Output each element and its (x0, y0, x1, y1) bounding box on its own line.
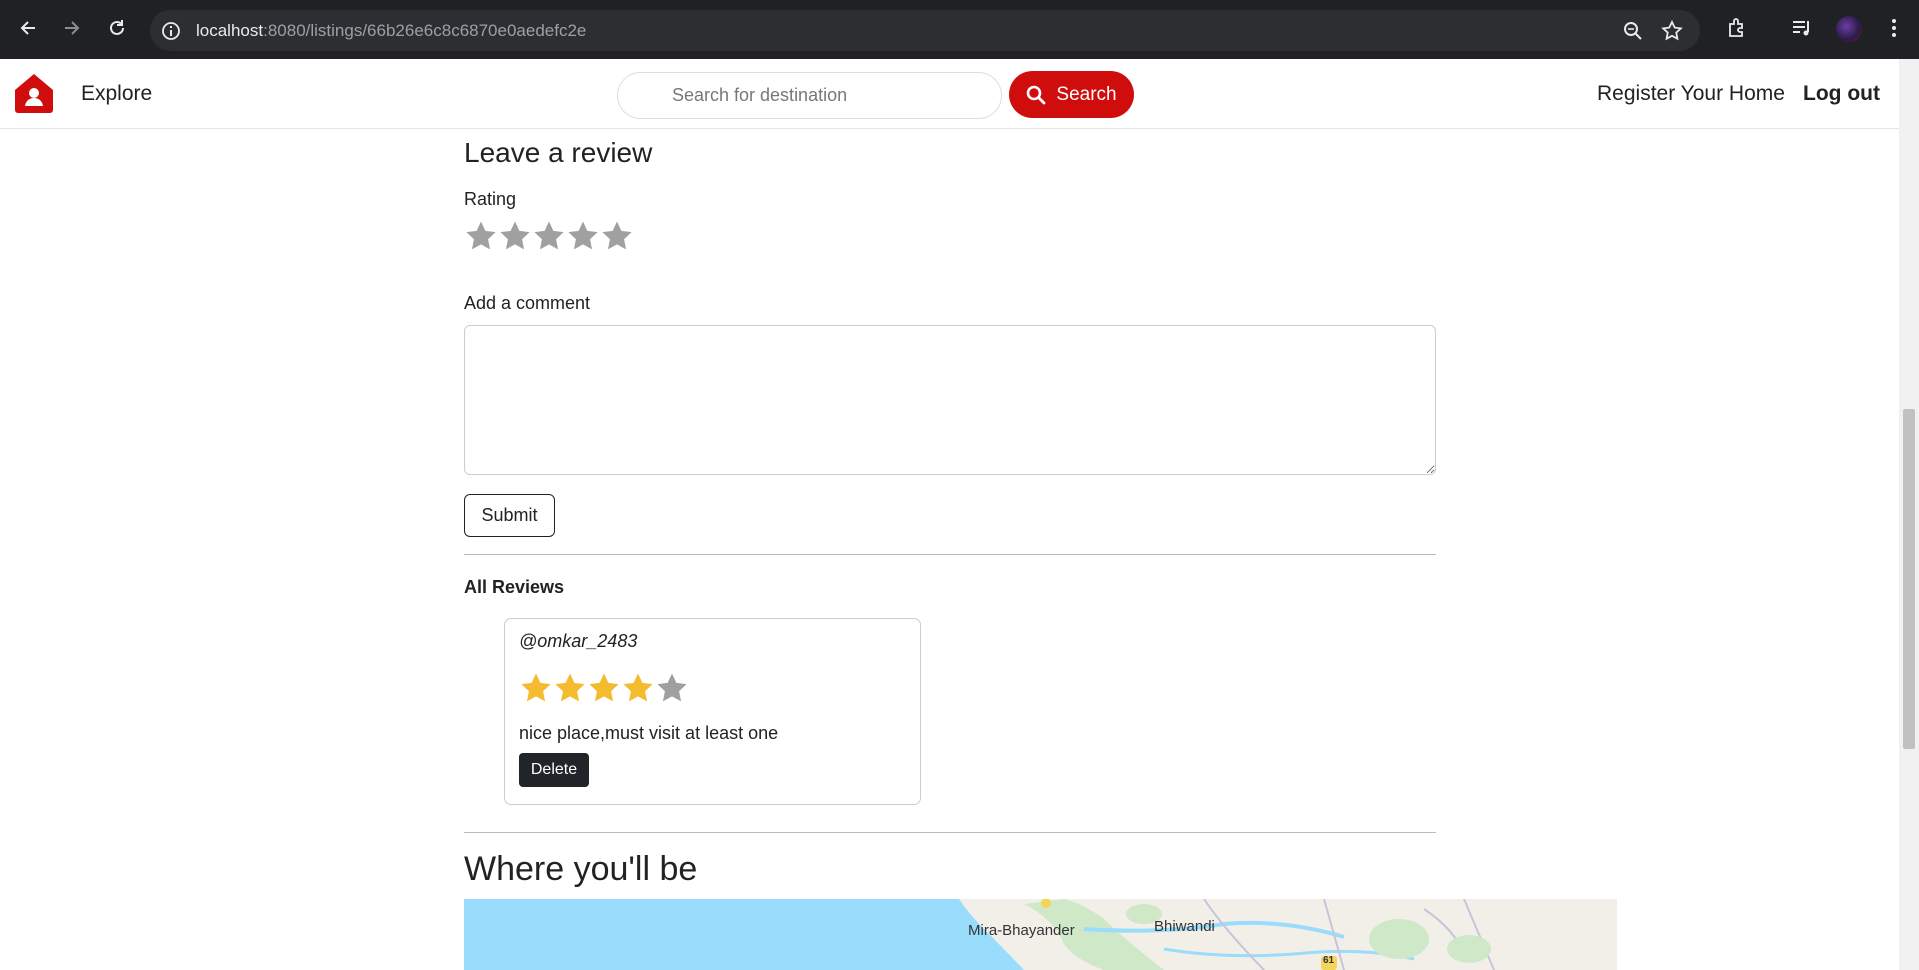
url-host: localhost (196, 21, 264, 40)
nav-explore-link[interactable]: Explore (81, 82, 152, 106)
rating-input-star-1-icon[interactable] (464, 219, 498, 253)
house-logo-icon[interactable] (12, 71, 56, 115)
search-button[interactable]: Search (1009, 71, 1134, 118)
comment-label: Add a comment (464, 293, 591, 313)
review-card: @omkar_2483 nice place,must visit at lea… (504, 618, 921, 805)
location-map[interactable]: Mira-Bhayander Bhiwandi 61 (464, 899, 1617, 970)
review-star-2-icon (555, 673, 585, 702)
map-label-mira-bhayander: Mira-Bhayander (968, 922, 1075, 939)
review-author: @omkar_2483 (519, 631, 638, 651)
back-button[interactable] (12, 12, 44, 44)
nav-register-home-link[interactable]: Register Your Home (1597, 82, 1785, 106)
address-bar[interactable]: localhost:8080/listings/66b26e6c8c6870e0… (150, 10, 1700, 51)
zoom-icon[interactable] (1622, 20, 1644, 42)
submit-button[interactable]: Submit (464, 494, 555, 537)
review-star-1-icon (521, 673, 551, 702)
review-comment: nice place,must visit at least one (519, 723, 779, 743)
leave-review-heading: Leave a review (464, 137, 653, 168)
review-star-3-icon (589, 673, 619, 702)
divider (464, 554, 1436, 555)
comment-textarea[interactable] (464, 325, 1436, 475)
review-star-5-icon (657, 673, 687, 702)
profile-avatar[interactable] (1836, 16, 1862, 42)
divider (464, 832, 1436, 833)
where-youll-be-heading: Where you'll be (464, 850, 698, 888)
map-label-bhiwandi: Bhiwandi (1154, 918, 1215, 935)
page-scrollbar[interactable] (1899, 59, 1919, 970)
browser-toolbar: localhost:8080/listings/66b26e6c8c6870e0… (0, 0, 1919, 59)
rating-input-star-2-icon[interactable] (498, 219, 532, 253)
reload-button[interactable] (101, 12, 133, 44)
nav-logout-link[interactable]: Log out (1803, 82, 1880, 106)
rating-star-input[interactable] (464, 219, 634, 253)
kebab-menu-icon[interactable] (1882, 16, 1906, 40)
site-navbar: Explore Search Register Your Home Log ou… (0, 59, 1899, 129)
media-control-icon[interactable] (1790, 16, 1814, 40)
reload-icon (110, 20, 124, 35)
search-input[interactable] (617, 72, 1002, 119)
extensions-icon[interactable] (1725, 16, 1749, 40)
rating-label: Rating (464, 189, 517, 209)
review-star-4-icon (623, 673, 653, 702)
url-path: :8080/listings/66b26e6c8c6870e0aedefc2e (263, 21, 587, 40)
arrow-right-icon (65, 21, 80, 35)
map-road-marker: 61 (1323, 955, 1335, 966)
search-button-label: Search (1056, 83, 1117, 105)
rating-input-star-5-icon[interactable] (600, 219, 634, 253)
rating-input-star-3-icon[interactable] (532, 219, 566, 253)
review-rating-stars (519, 671, 689, 705)
site-info-icon[interactable] (160, 20, 182, 42)
all-reviews-heading: All Reviews (464, 577, 565, 597)
delete-review-button[interactable]: Delete (519, 753, 589, 787)
rating-input-star-4-icon[interactable] (566, 219, 600, 253)
url-text[interactable]: localhost:8080/listings/66b26e6c8c6870e0… (196, 21, 586, 41)
bookmark-star-icon[interactable] (1660, 19, 1684, 43)
scrollbar-thumb[interactable] (1903, 409, 1915, 749)
forward-button[interactable] (56, 12, 88, 44)
arrow-left-icon (20, 21, 35, 35)
search-icon (1027, 85, 1046, 104)
